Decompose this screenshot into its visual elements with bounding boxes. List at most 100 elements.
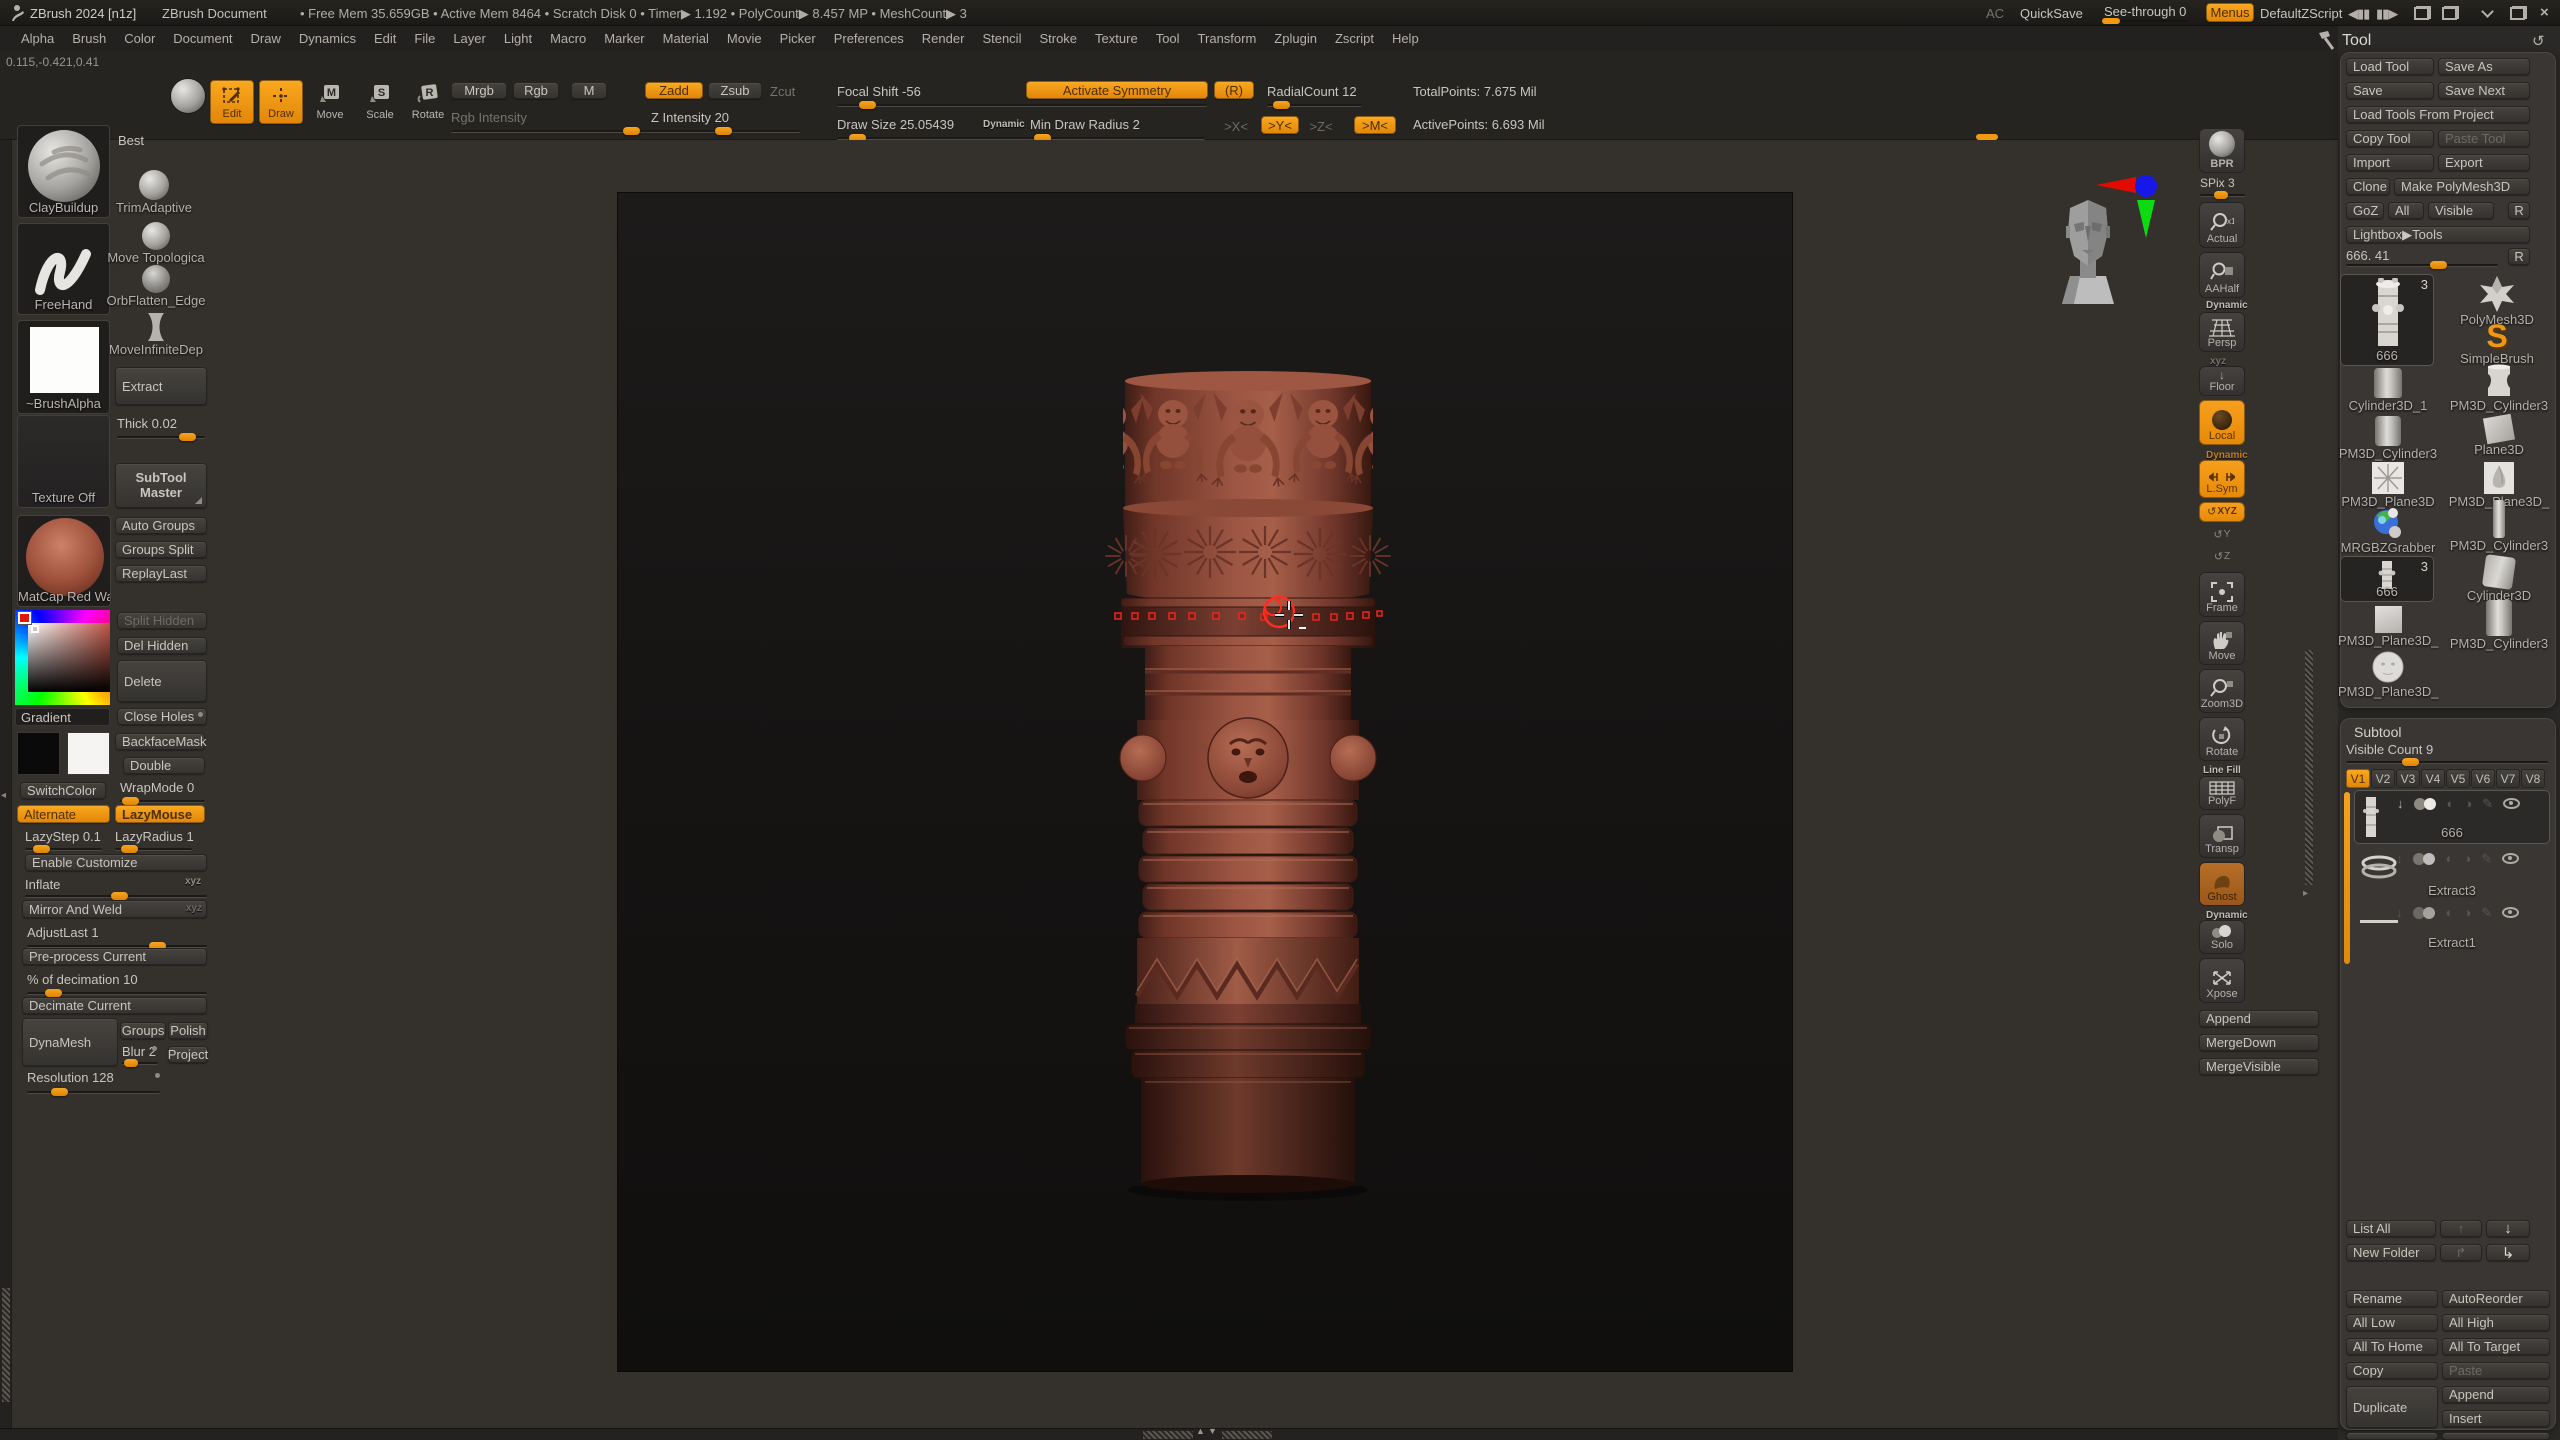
all-to-home-button[interactable]: All To Home (2346, 1338, 2438, 1355)
move-down-button[interactable]: ↓ (2486, 1220, 2530, 1237)
subtool-item-extract3[interactable]: ↓ ◐ ◑ ✎ Extract3 (2354, 848, 2550, 900)
persp-button[interactable]: Persp (2199, 312, 2245, 352)
subtool-tab-v7[interactable]: V7 (2496, 769, 2520, 788)
menu-item-tool[interactable]: Tool (1147, 31, 1189, 46)
activate-symmetry-button[interactable]: Activate Symmetry (1026, 81, 1208, 99)
menu-item-zscript[interactable]: Zscript (1326, 31, 1383, 46)
new-folder-button[interactable]: New Folder (2346, 1244, 2436, 1261)
sculpt-pen-icon[interactable]: ✎ (2482, 797, 2493, 810)
all-high-button[interactable]: All High (2442, 1314, 2550, 1331)
goz-r-button[interactable]: R (2508, 202, 2530, 219)
move-button[interactable]: M Move (313, 82, 347, 121)
spix-handle[interactable] (2214, 191, 2228, 199)
solo-button[interactable]: Solo (2199, 920, 2245, 954)
current-material-thumb[interactable] (170, 78, 206, 114)
all-low-button[interactable]: All Low (2346, 1314, 2438, 1331)
radial-symmetry-button[interactable]: (R) (1214, 81, 1254, 99)
lazy-radius-handle[interactable] (121, 845, 138, 853)
shade-half-icon[interactable]: ◐ (2447, 797, 2455, 810)
rotate-button[interactable]: R Rotate (409, 82, 447, 121)
tool-thumb-pm3d-plane3d-face[interactable]: PM3D_Plane3D_ (2338, 650, 2438, 699)
subtool-master-button[interactable]: SubTool Master (115, 463, 207, 508)
decimation-track[interactable] (27, 992, 207, 995)
shade-half2-icon[interactable]: ◑ (2463, 852, 2471, 865)
thick-track[interactable] (117, 436, 205, 439)
delete-button[interactable]: Delete (117, 660, 207, 702)
lazy-step-handle[interactable] (33, 845, 50, 853)
dynamesh-groups-button[interactable]: Groups (120, 1022, 166, 1039)
paint-toggle-icon[interactable] (2413, 907, 2436, 919)
double-button[interactable]: Double (123, 757, 205, 774)
inflate-handle[interactable] (111, 892, 128, 900)
actual-button[interactable]: x1 Actual (2199, 202, 2245, 248)
menu-item-render[interactable]: Render (913, 31, 974, 46)
tool-thumb-pm3d-cylinder3-c[interactable]: PM3D_Cylinder3 (2444, 500, 2554, 553)
gradient-toggle[interactable]: Gradient (15, 708, 110, 726)
tool-thumb-plane3d[interactable]: Plane3D (2444, 416, 2554, 457)
subtool-tab-v2[interactable]: V2 (2371, 769, 2395, 788)
menus-button[interactable]: Menus (2206, 3, 2254, 22)
wrap-mode-track[interactable] (120, 800, 205, 803)
panel-collapse-right-icon[interactable]: ▮▮▶ (2376, 6, 2397, 22)
menu-item-alpha[interactable]: Alpha (12, 31, 63, 46)
enable-customize-button[interactable]: Enable Customize (25, 854, 207, 871)
tool-thumb-simplebrush[interactable]: S SimpleBrush (2442, 322, 2552, 366)
symmetry-m-button[interactable]: >M< (1354, 116, 1396, 134)
brush-thumb-claybuildup[interactable]: ClayBuildup (17, 125, 110, 218)
shade-half2-icon[interactable]: ◑ (2464, 797, 2472, 810)
symmetry-x-button[interactable]: >X< (1222, 118, 1250, 134)
tool-thumb-pm3d-cylinder3-a[interactable]: PM3D_Cylinder3 (2444, 364, 2554, 413)
wrap-mode-handle[interactable] (122, 797, 139, 805)
lsym-button[interactable]: L.Sym (2199, 460, 2245, 498)
tool-thumb-pm3d-plane3d-c[interactable]: PM3D_Plane3D_ (2338, 606, 2438, 648)
menu-item-stencil[interactable]: Stencil (973, 31, 1030, 46)
zoom3d-button[interactable]: Zoom3D (2199, 669, 2245, 713)
menu-item-draw[interactable]: Draw (242, 31, 290, 46)
lazy-mouse-button[interactable]: LazyMouse (115, 805, 205, 823)
merge-visible-side-button[interactable]: MergeVisible (2199, 1058, 2319, 1075)
extract-button[interactable]: Extract (115, 367, 207, 405)
clone-button[interactable]: Clone (2346, 178, 2390, 195)
sculpt-pen-icon[interactable]: ✎ (2481, 852, 2492, 865)
copy-tool-button[interactable]: Copy Tool (2346, 130, 2434, 147)
zsub-button[interactable]: Zsub (708, 82, 762, 99)
z-intensity-track[interactable] (645, 130, 800, 133)
menu-item-transform[interactable]: Transform (1189, 31, 1266, 46)
bottom-drag-handle-left[interactable] (1143, 1431, 1193, 1439)
load-tools-from-project-button[interactable]: Load Tools From Project (2346, 106, 2530, 123)
shade-half-icon[interactable]: ◐ (2446, 852, 2454, 865)
tool-thumb-pm3d-cylinder3-d[interactable]: PM3D_Cylinder3 (2444, 600, 2554, 651)
auto-groups-button[interactable]: Auto Groups (115, 517, 207, 534)
main-color-swatch[interactable] (17, 732, 60, 775)
scale-button[interactable]: S Scale (363, 82, 397, 121)
restore-icon[interactable] (2510, 6, 2527, 20)
rotate-z-button[interactable]: ↺Z (2199, 548, 2245, 566)
dynamesh-polish-button[interactable]: Polish (168, 1022, 208, 1039)
dock-left-icon[interactable] (2414, 6, 2431, 20)
quicksave-button[interactable]: QuickSave (2020, 6, 2083, 21)
tray-collapse-icon[interactable]: ◂ (1, 790, 6, 801)
del-hidden-button[interactable]: Del Hidden (117, 637, 207, 654)
brush-thumb-freehand[interactable]: FreeHand (17, 223, 110, 315)
aahalf-button[interactable]: AAHalf (2199, 252, 2245, 298)
menu-item-movie[interactable]: Movie (718, 31, 771, 46)
inflate-track[interactable] (25, 895, 207, 898)
panel-collapse-left-icon[interactable]: ◀▮▮ (2348, 6, 2369, 22)
menu-item-stroke[interactable]: Stroke (1030, 31, 1086, 46)
brush-thumb-moveinfinitedepth[interactable]: MoveInfiniteDep (100, 312, 212, 357)
shade-half-icon[interactable]: ◐ (2446, 906, 2454, 919)
menu-item-dynamics[interactable]: Dynamics (290, 31, 365, 46)
see-through-track[interactable] (2102, 20, 2188, 22)
z-intensity-handle[interactable] (715, 127, 732, 135)
lazy-step-track[interactable] (25, 848, 102, 851)
goz-visible-button[interactable]: Visible (2428, 202, 2494, 219)
visibility-eye-icon[interactable] (2502, 907, 2519, 918)
preprocess-current-button[interactable]: Pre-process Current (22, 948, 207, 965)
radial-count-track[interactable] (1267, 104, 1362, 107)
subtool-tab-v1[interactable]: V1 (2346, 769, 2370, 788)
subtool-item-666[interactable]: ↓ ◐ ◑ ✎ 666 (2354, 790, 2550, 844)
append-button[interactable]: Append (2442, 1386, 2550, 1403)
export-button[interactable]: Export (2438, 154, 2530, 171)
rotate-xyz-button[interactable]: ↺XYZ (2199, 502, 2245, 522)
auto-reorder-button[interactable]: AutoReorder (2442, 1290, 2550, 1307)
